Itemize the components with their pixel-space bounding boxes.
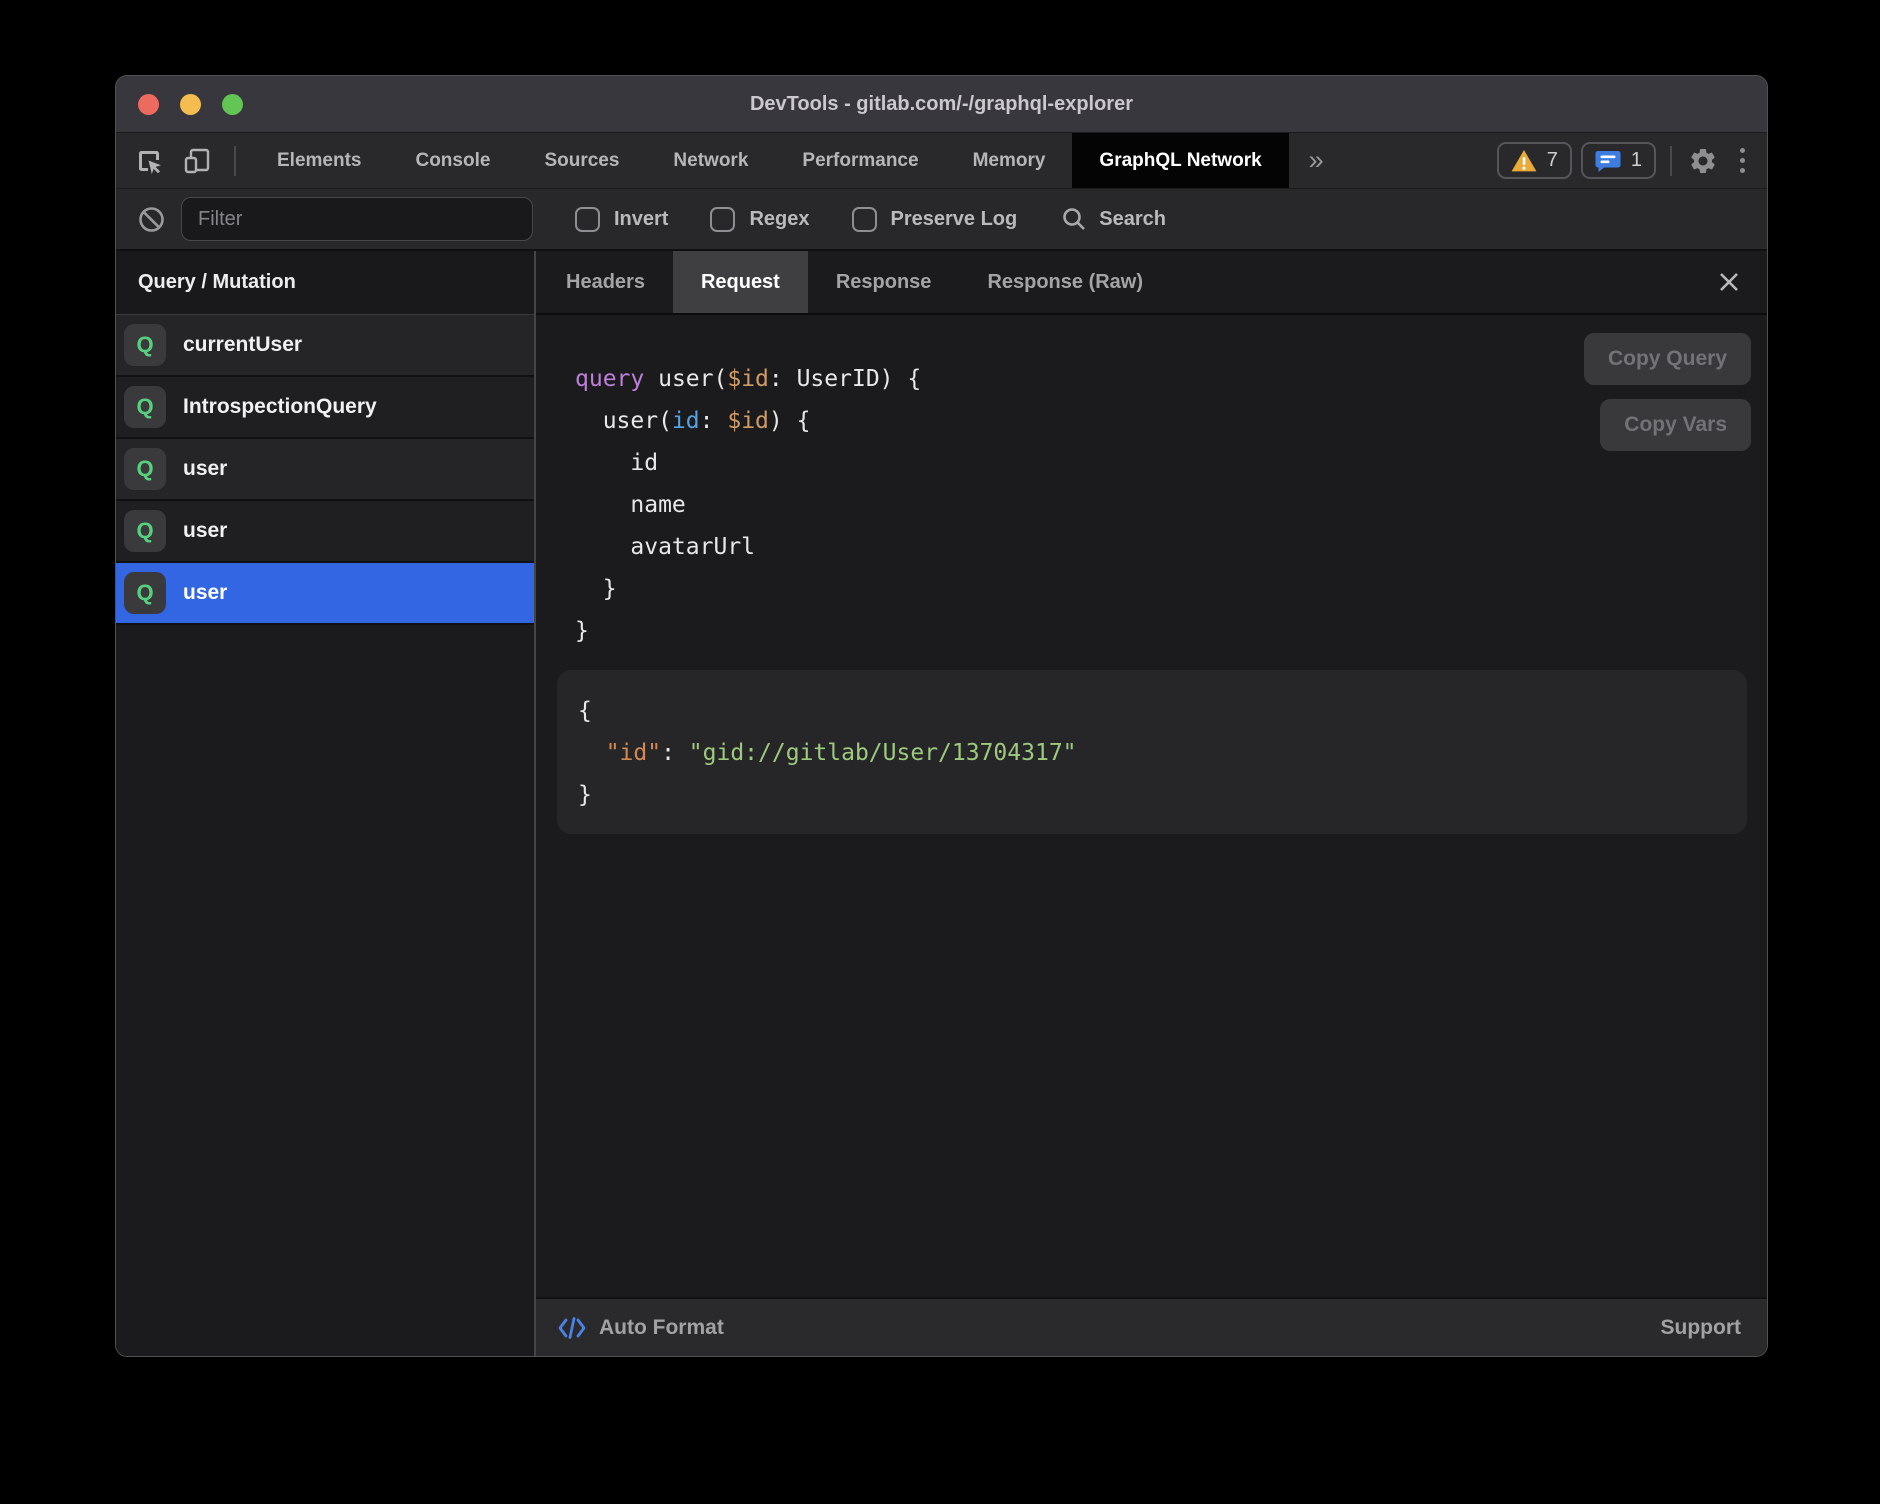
query-list-item-currentuser-0[interactable]: QcurrentUser: [116, 315, 534, 377]
query-list-item-introspectionquery-1[interactable]: Q IntrospectionQuery: [116, 377, 534, 439]
query-type-badge: Q: [124, 448, 166, 490]
more-tabs-chevron-icon[interactable]: »: [1289, 145, 1344, 176]
tab-performance[interactable]: Performance: [775, 133, 945, 188]
clear-filter-icon[interactable]: [138, 206, 165, 233]
query-list-item-user-4[interactable]: Quser: [116, 563, 534, 625]
issues-badge[interactable]: 1: [1581, 142, 1656, 179]
warning-count: 7: [1547, 149, 1558, 172]
code-line: name: [575, 484, 921, 526]
checkbox-label-preserve-log: Preserve Log: [891, 208, 1018, 231]
devtools-window: DevTools - gitlab.com/-/graphql-explorer…: [115, 75, 1768, 1357]
detail-tab-response-raw[interactable]: Response (Raw): [959, 251, 1171, 313]
tab-graphql-network[interactable]: GraphQL Network: [1072, 133, 1288, 188]
query-list-item-user-3[interactable]: Quser: [116, 501, 534, 563]
copy-vars-button[interactable]: Copy Vars: [1600, 399, 1751, 451]
detail-tabs: HeadersRequestResponseResponse (Raw): [538, 251, 1171, 313]
request-tab-content: query user($id: UserID) { user(id: $id) …: [536, 315, 1767, 1297]
query-list-item-label: user: [183, 457, 227, 481]
auto-format-button[interactable]: Auto Format: [558, 1315, 724, 1341]
tab-network[interactable]: Network: [646, 133, 775, 188]
request-variables-code: { "id": "gid://gitlab/User/13704317"}: [578, 690, 1077, 816]
issue-count: 1: [1631, 149, 1642, 172]
detail-tab-request[interactable]: Request: [673, 251, 808, 313]
maximize-window-button[interactable]: [222, 94, 243, 115]
support-link[interactable]: Support: [1661, 1316, 1741, 1340]
query-list: QcurrentUserQIntrospectionQueryQuserQuse…: [116, 315, 534, 625]
code-line: }: [578, 774, 1077, 816]
panel-footer: Auto Format Support: [536, 1297, 1767, 1356]
search-button[interactable]: Search: [1061, 206, 1166, 232]
code-line: {: [578, 690, 1077, 732]
detail-panel: HeadersRequestResponseResponse (Raw) que…: [536, 251, 1767, 1356]
checkbox-label-regex: Regex: [749, 208, 809, 231]
search-label: Search: [1099, 208, 1166, 231]
detail-tabs-bar: HeadersRequestResponseResponse (Raw): [536, 251, 1767, 315]
query-list-item-label: IntrospectionQuery: [183, 395, 377, 419]
close-panel-icon[interactable]: [1717, 270, 1741, 294]
status-badges: 7 1: [1497, 142, 1656, 179]
tab-console[interactable]: Console: [388, 133, 517, 188]
tab-sources[interactable]: Sources: [517, 133, 646, 188]
query-type-badge: Q: [124, 324, 166, 366]
main-tabs: ElementsConsoleSourcesNetworkPerformance…: [250, 133, 1289, 188]
checkbox-preserve-log[interactable]: [852, 207, 877, 232]
warning-icon: [1511, 149, 1537, 173]
traffic-lights: [138, 76, 243, 132]
window-title: DevTools - gitlab.com/-/graphql-explorer: [750, 93, 1133, 116]
more-options-icon[interactable]: [1726, 148, 1767, 173]
checkbox-regex[interactable]: [710, 207, 735, 232]
filter-checkboxes: Invert Regex Preserve Log: [533, 207, 1017, 232]
checkbox-label-invert: Invert: [614, 208, 668, 231]
request-variables-box: { "id": "gid://gitlab/User/13704317"}: [557, 670, 1747, 834]
detail-tab-response[interactable]: Response: [808, 251, 960, 313]
search-icon: [1061, 206, 1087, 232]
query-list-item-label: user: [183, 519, 227, 543]
sidebar: Query / Mutation QcurrentUserQIntrospect…: [116, 251, 536, 1356]
filter-bar: Invert Regex Preserve Log Search: [116, 189, 1767, 251]
filter-input[interactable]: [181, 197, 533, 241]
query-type-badge: Q: [124, 386, 166, 428]
code-line: }: [575, 568, 921, 610]
code-line: id: [575, 442, 921, 484]
titlebar: DevTools - gitlab.com/-/graphql-explorer: [116, 76, 1767, 133]
warnings-badge[interactable]: 7: [1497, 142, 1572, 179]
device-toolbar-icon[interactable]: [182, 146, 212, 176]
query-list-item-user-2[interactable]: Quser: [116, 439, 534, 501]
code-icon: [558, 1315, 586, 1341]
code-line: query user($id: UserID) {: [575, 358, 921, 400]
checkbox-row-invert[interactable]: Invert: [575, 207, 668, 232]
content-area: Query / Mutation QcurrentUserQIntrospect…: [116, 251, 1767, 1356]
auto-format-label: Auto Format: [599, 1316, 724, 1340]
gear-icon[interactable]: [1688, 146, 1718, 176]
copy-query-button[interactable]: Copy Query: [1584, 333, 1751, 385]
query-type-badge: Q: [124, 572, 166, 614]
tab-memory[interactable]: Memory: [946, 133, 1073, 188]
request-query-code: query user($id: UserID) { user(id: $id) …: [575, 358, 921, 652]
query-type-badge: Q: [124, 510, 166, 552]
code-line: user(id: $id) {: [575, 400, 921, 442]
toolbar-divider: [234, 146, 236, 176]
main-toolbar: ElementsConsoleSourcesNetworkPerformance…: [116, 133, 1767, 189]
desktop-background: DevTools - gitlab.com/-/graphql-explorer…: [0, 0, 1880, 1504]
detail-tab-headers[interactable]: Headers: [538, 251, 673, 313]
code-line: avatarUrl: [575, 526, 921, 568]
inspect-icon[interactable]: [134, 146, 164, 176]
code-line: }: [575, 610, 921, 652]
code-line: "id": "gid://gitlab/User/13704317": [578, 732, 1077, 774]
checkbox-invert[interactable]: [575, 207, 600, 232]
minimize-window-button[interactable]: [180, 94, 201, 115]
sidebar-header: Query / Mutation: [116, 251, 534, 315]
message-icon: [1595, 149, 1621, 173]
tab-elements[interactable]: Elements: [250, 133, 388, 188]
close-window-button[interactable]: [138, 94, 159, 115]
checkbox-row-preserve-log[interactable]: Preserve Log: [852, 207, 1018, 232]
query-list-item-label: user: [183, 581, 227, 605]
copy-buttons: Copy Query Copy Vars: [1584, 333, 1751, 451]
toolbar-divider-2: [1670, 146, 1672, 176]
query-list-item-label: currentUser: [183, 333, 302, 357]
checkbox-row-regex[interactable]: Regex: [710, 207, 809, 232]
